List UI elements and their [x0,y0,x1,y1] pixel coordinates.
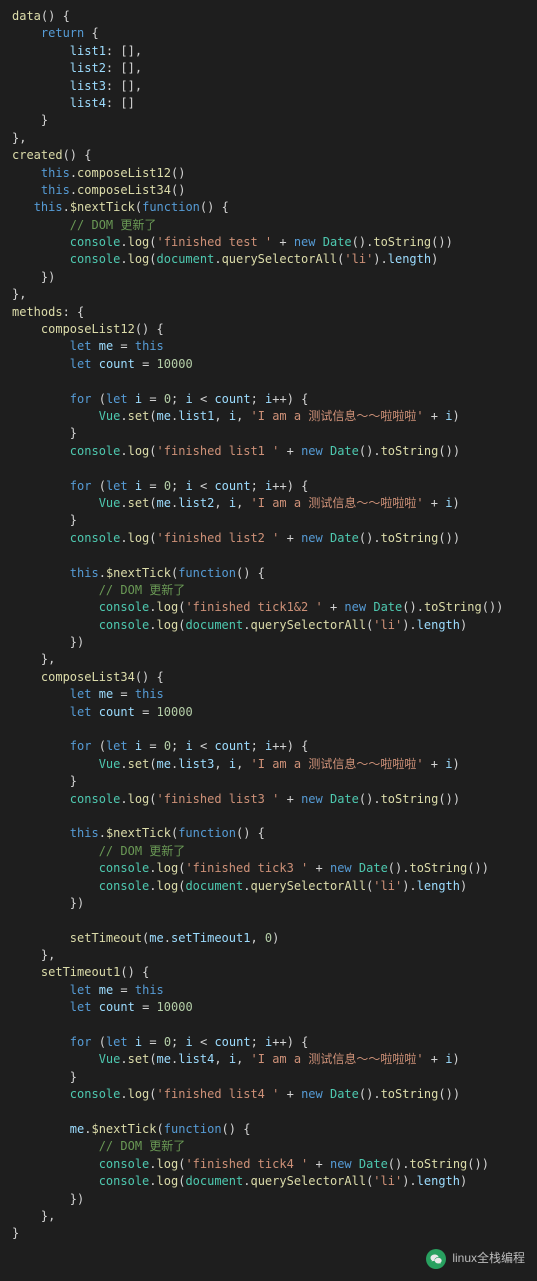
prop-list3: list3 [70,79,106,93]
prop-list1: list1 [70,44,106,58]
watermark: linux全栈编程 [426,1249,525,1269]
prop-list4: list4 [70,96,106,110]
prop-list2: list2 [70,61,106,75]
watermark-text: linux全栈编程 [452,1250,525,1267]
dom-comment: // DOM 更新了 [70,218,157,232]
wechat-icon [426,1249,446,1269]
code-editor[interactable]: data() { return { list1: [], list2: [], … [0,0,537,1251]
